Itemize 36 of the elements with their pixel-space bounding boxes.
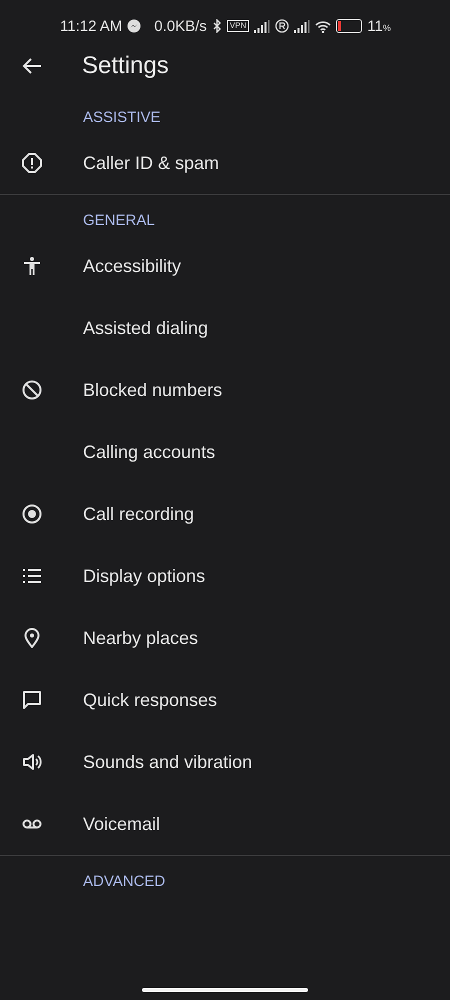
speaker-icon	[22, 752, 42, 772]
settings-item[interactable]: Caller ID & spam	[0, 132, 450, 194]
settings-item[interactable]: Call recording	[0, 483, 450, 545]
settings-item[interactable]: Quick responses	[0, 669, 450, 731]
network-speed: 0.0KB/s	[154, 18, 207, 34]
percent-sign: %	[382, 23, 391, 33]
section-header: ASSISTIVE	[82, 108, 162, 128]
signal-icon	[294, 20, 310, 32]
roaming-icon	[275, 19, 290, 33]
signal-icon	[254, 20, 270, 32]
bluetooth-icon	[212, 19, 222, 33]
warning-octagon-icon	[22, 153, 42, 173]
messenger-icon	[127, 19, 142, 33]
settings-item[interactable]: Display options	[0, 545, 450, 607]
battery-icon	[336, 19, 362, 33]
settings-item[interactable]: Assisted dialing	[0, 297, 450, 359]
battery-percent: 11	[367, 18, 383, 34]
status-time: 11:12 AM	[60, 18, 122, 34]
list-icon	[22, 566, 42, 586]
settings-item[interactable]: Sounds and vibration	[0, 731, 450, 793]
record-icon	[22, 504, 42, 524]
settings-item[interactable]: Blocked numbers	[0, 359, 450, 421]
section-header: GENERAL	[82, 211, 156, 231]
settings-item[interactable]: Accessibility	[0, 235, 450, 297]
screen-title: Settings	[82, 52, 169, 80]
chat-bubble-icon	[22, 690, 42, 710]
person-icon	[22, 256, 42, 276]
vpn-badge: VPN	[226, 20, 250, 32]
block-icon	[22, 380, 42, 400]
settings-item[interactable]: Voicemail	[0, 793, 450, 855]
location-pin-icon	[22, 628, 42, 648]
settings-item[interactable]: Nearby places	[0, 607, 450, 669]
back-arrow-icon	[22, 57, 42, 75]
settings-item[interactable]: Calling accounts	[0, 421, 450, 483]
section-header: ADVANCED	[82, 872, 166, 892]
wifi-icon	[315, 20, 332, 32]
